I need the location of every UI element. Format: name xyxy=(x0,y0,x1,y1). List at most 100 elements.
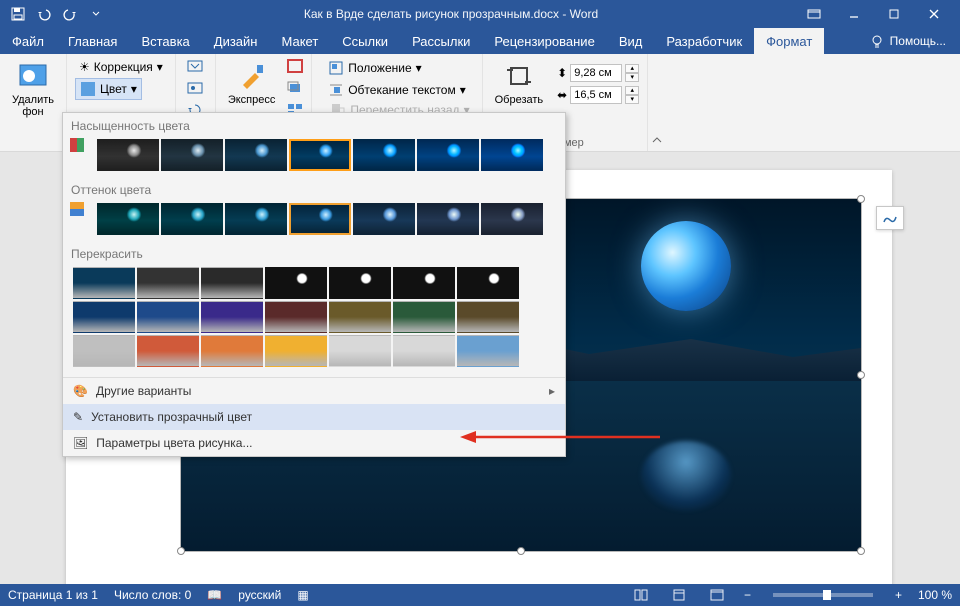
width-input[interactable]: ⬌ ▴▾ xyxy=(557,86,639,104)
color-thumb[interactable] xyxy=(417,139,479,171)
read-mode-button[interactable] xyxy=(630,586,652,604)
undo-button[interactable] xyxy=(32,2,56,26)
picture-effects-icon[interactable] xyxy=(287,80,303,96)
color-thumb[interactable] xyxy=(481,139,543,171)
save-button[interactable] xyxy=(6,2,30,26)
qat-customize[interactable] xyxy=(84,2,108,26)
spellcheck-icon[interactable]: 📖 xyxy=(207,588,222,602)
express-styles-button[interactable]: Экспресс xyxy=(224,58,280,108)
color-thumb[interactable] xyxy=(161,139,223,171)
compress-icon[interactable] xyxy=(187,58,203,74)
language-status[interactable]: русский xyxy=(238,588,281,602)
help-tell-me[interactable]: Помощь... xyxy=(856,28,960,54)
color-thumb[interactable] xyxy=(289,139,351,171)
height-input[interactable]: ⬍ ▴▾ xyxy=(557,64,639,82)
zoom-in-button[interactable]: + xyxy=(895,588,902,602)
picture-border-icon[interactable] xyxy=(287,58,303,74)
color-thumb[interactable] xyxy=(137,335,199,367)
print-layout-button[interactable] xyxy=(668,586,690,604)
resize-handle[interactable] xyxy=(857,547,865,555)
color-thumb[interactable] xyxy=(265,335,327,367)
tab-references[interactable]: Ссылки xyxy=(330,28,400,54)
color-thumb[interactable] xyxy=(329,267,391,299)
color-thumb[interactable] xyxy=(457,335,519,367)
color-thumb[interactable] xyxy=(73,267,135,299)
chevron-down-icon: ▾ xyxy=(157,60,163,74)
color-button[interactable]: Цвет▾ xyxy=(75,78,142,100)
redo-button[interactable] xyxy=(58,2,82,26)
tab-format[interactable]: Формат xyxy=(754,28,824,54)
color-thumb[interactable] xyxy=(457,301,519,333)
more-variants-item[interactable]: 🎨Другие варианты▸ xyxy=(63,378,565,404)
tab-mailings[interactable]: Рассылки xyxy=(400,28,482,54)
titlebar: Как в Врде сделать рисунок прозрачным.do… xyxy=(0,0,960,28)
zoom-out-button[interactable]: − xyxy=(744,588,751,602)
change-picture-icon[interactable] xyxy=(187,80,203,96)
color-thumb[interactable] xyxy=(289,203,351,235)
color-icon xyxy=(80,81,96,97)
color-thumb[interactable] xyxy=(161,203,223,235)
collapse-ribbon-button[interactable] xyxy=(648,54,666,152)
width-icon: ⬌ xyxy=(557,88,567,102)
color-thumb[interactable] xyxy=(393,335,455,367)
height-icon: ⬍ xyxy=(557,66,567,80)
tab-design[interactable]: Дизайн xyxy=(202,28,270,54)
color-thumb[interactable] xyxy=(201,335,263,367)
maximize-button[interactable] xyxy=(874,0,914,28)
tab-view[interactable]: Вид xyxy=(607,28,655,54)
spin-down[interactable]: ▾ xyxy=(625,95,639,104)
tab-review[interactable]: Рецензирование xyxy=(482,28,606,54)
color-thumb[interactable] xyxy=(225,203,287,235)
wrap-text-button[interactable]: Обтекание текстом▾ xyxy=(324,80,470,100)
color-thumb[interactable] xyxy=(417,203,479,235)
tab-developer[interactable]: Разработчик xyxy=(654,28,754,54)
set-transparent-color-item[interactable]: ✎Установить прозрачный цвет xyxy=(63,404,565,430)
color-thumb[interactable] xyxy=(73,301,135,333)
color-thumb[interactable] xyxy=(481,203,543,235)
color-thumb[interactable] xyxy=(225,139,287,171)
color-thumb[interactable] xyxy=(201,301,263,333)
picture-color-options-item[interactable]: 🖼Параметры цвета рисунка... xyxy=(63,430,565,456)
web-layout-button[interactable] xyxy=(706,586,728,604)
color-thumb[interactable] xyxy=(97,203,159,235)
page-status[interactable]: Страница 1 из 1 xyxy=(8,588,98,602)
crop-button[interactable]: Обрезать xyxy=(491,58,548,108)
zoom-slider[interactable] xyxy=(773,593,873,597)
ribbon-display-button[interactable] xyxy=(794,0,834,28)
color-thumb[interactable] xyxy=(137,301,199,333)
spin-up[interactable]: ▴ xyxy=(625,86,639,95)
minimize-button[interactable] xyxy=(834,0,874,28)
zoom-level[interactable]: 100 % xyxy=(918,588,952,602)
tab-file[interactable]: Файл xyxy=(0,28,56,54)
close-button[interactable] xyxy=(914,0,954,28)
tab-insert[interactable]: Вставка xyxy=(129,28,201,54)
color-thumb[interactable] xyxy=(97,139,159,171)
tab-layout[interactable]: Макет xyxy=(269,28,330,54)
macro-icon[interactable]: ▦ xyxy=(297,588,308,602)
color-thumb[interactable] xyxy=(393,267,455,299)
tab-home[interactable]: Главная xyxy=(56,28,129,54)
resize-handle[interactable] xyxy=(857,195,865,203)
resize-handle[interactable] xyxy=(857,371,865,379)
color-thumb[interactable] xyxy=(353,139,415,171)
position-button[interactable]: Положение▾ xyxy=(324,58,425,78)
word-count[interactable]: Число слов: 0 xyxy=(114,588,191,602)
color-thumb[interactable] xyxy=(201,267,263,299)
color-thumb[interactable] xyxy=(329,335,391,367)
spin-up[interactable]: ▴ xyxy=(625,64,639,73)
color-thumb[interactable] xyxy=(265,267,327,299)
spin-down[interactable]: ▾ xyxy=(625,73,639,82)
color-thumb[interactable] xyxy=(137,267,199,299)
color-thumb[interactable] xyxy=(73,335,135,367)
color-thumb[interactable] xyxy=(353,203,415,235)
color-thumb[interactable] xyxy=(265,301,327,333)
resize-handle[interactable] xyxy=(177,547,185,555)
corrections-button[interactable]: ☀Коррекция▾ xyxy=(75,58,167,76)
color-thumb[interactable] xyxy=(457,267,519,299)
color-thumb[interactable] xyxy=(393,301,455,333)
resize-handle[interactable] xyxy=(517,547,525,555)
brightness-icon: ☀ xyxy=(79,60,90,74)
color-thumb[interactable] xyxy=(329,301,391,333)
remove-background-button[interactable]: Удалить фон xyxy=(8,58,58,120)
layout-options-button[interactable] xyxy=(876,206,904,230)
